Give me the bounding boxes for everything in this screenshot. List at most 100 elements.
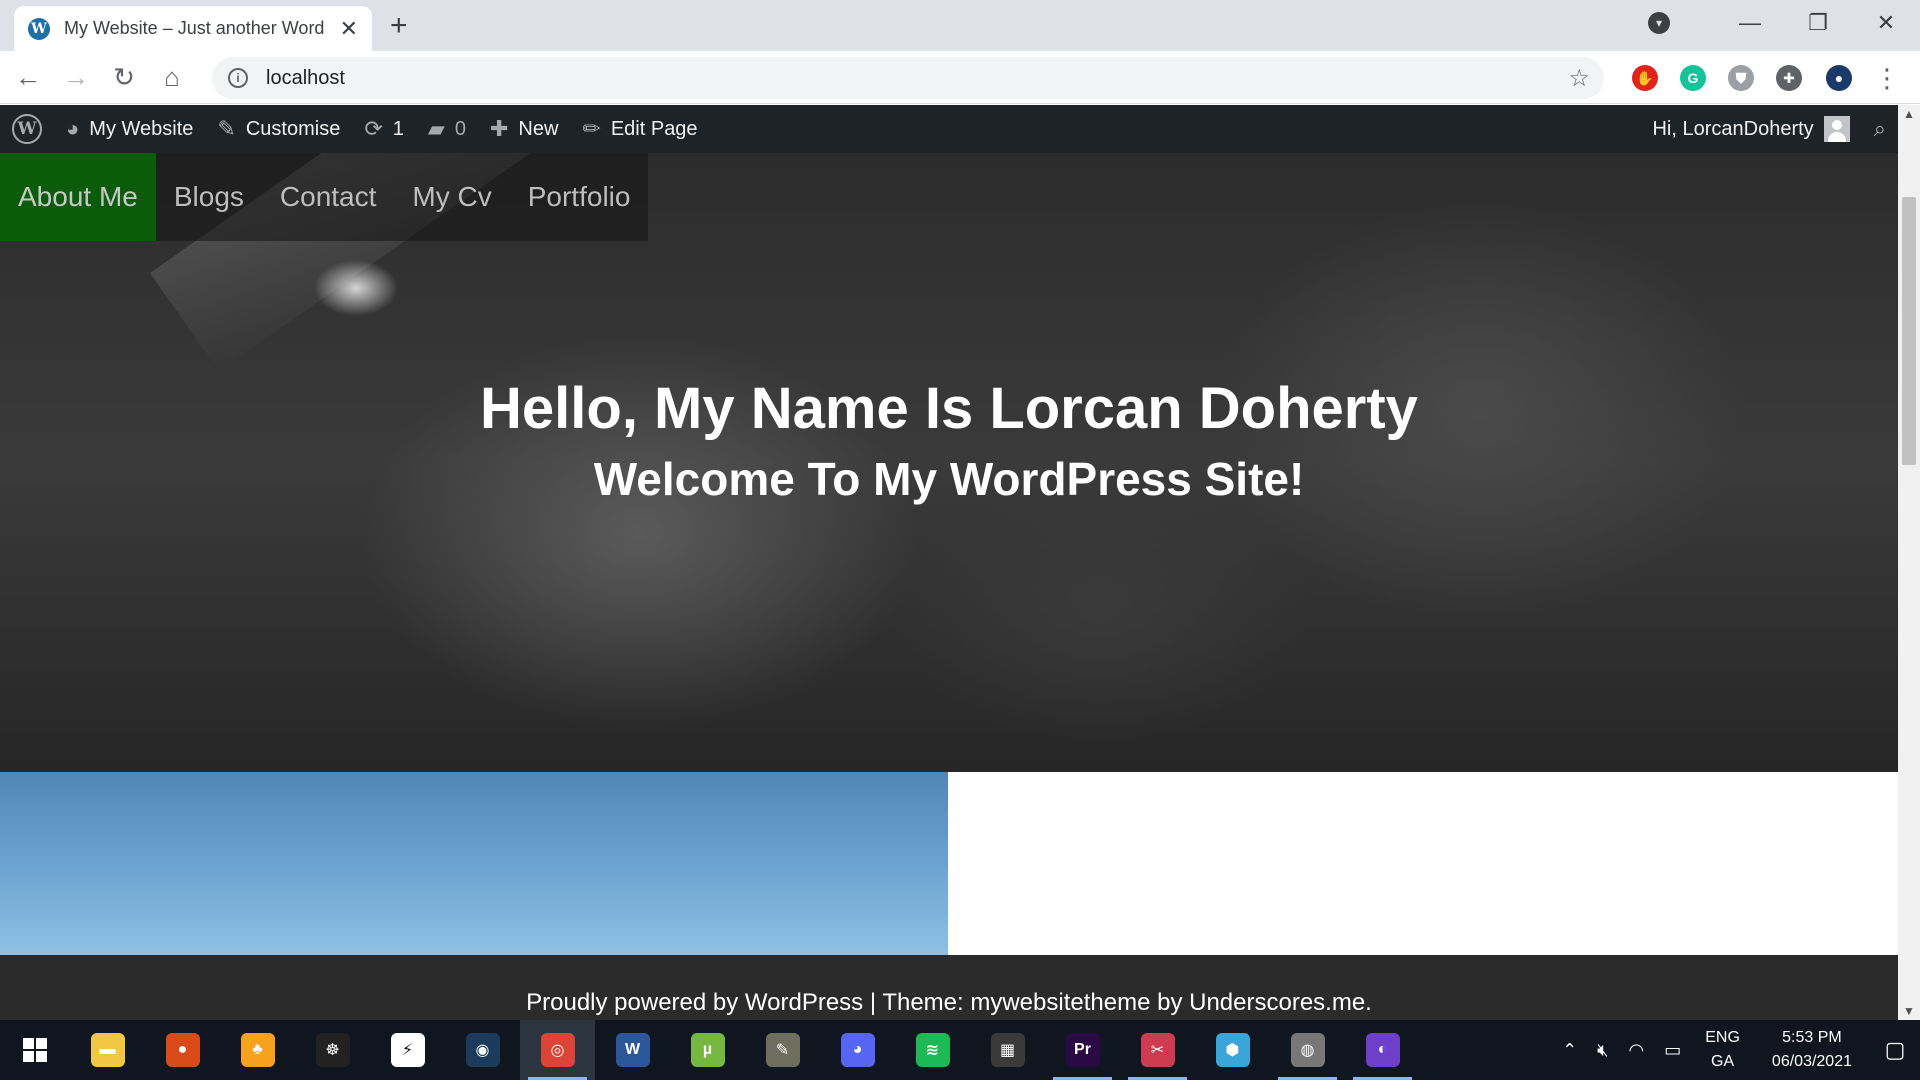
new-content-menu[interactable]: ✚ New — [478, 105, 570, 153]
customise-label: Customise — [245, 117, 341, 140]
url-text[interactable]: localhost — [266, 67, 345, 90]
windows-taskbar: ▬ ● ♣ ☸ ⚡ ◉ ◎ Wµ ✎ ◕ ≋ ▦ Pr ✂ ⬢ ◍ ◐ ⌃ 🔇︎ ◠ ▭ ENG GA 5:53… — [0, 1020, 1920, 1080]
wp-logo-menu[interactable]: W — [0, 105, 54, 153]
fl-studio-taskbar-button[interactable]: ♣ — [220, 1020, 295, 1080]
word-taskbar-button[interactable]: W — [595, 1020, 670, 1080]
hero-subtitle: Welcome To My WordPress Site! — [593, 453, 1305, 505]
hero-text: Hello, My Name Is Lorcan Doherty Welcome… — [0, 375, 1898, 506]
primary-navigation: About Me Blogs Contact My Cv Portfolio — [0, 153, 649, 241]
app-icon-17: ◍ — [1290, 1033, 1325, 1067]
fl-studio-icon: ♣ — [240, 1033, 275, 1067]
clock-date: 06/03/2021 — [1771, 1053, 1852, 1070]
nav-item-portfolio[interactable]: Portfolio — [510, 153, 649, 241]
spotify-taskbar-button[interactable]: ≋ — [895, 1020, 970, 1080]
back-icon[interactable]: ← — [8, 57, 48, 97]
profile-avatar-icon[interactable]: ● — [1826, 65, 1852, 91]
app-icon-2: ● — [165, 1033, 200, 1067]
nav-item-contact[interactable]: Contact — [262, 153, 395, 241]
show-hidden-icons-icon[interactable]: ⌃ — [1562, 1040, 1577, 1061]
site-name-menu[interactable]: ◕ My Website — [54, 105, 205, 153]
nav-item-about-me[interactable]: About Me — [0, 153, 156, 241]
account-menu[interactable]: Hi, LorcanDoherty — [1640, 105, 1861, 153]
updates-icon: ⟳ — [364, 116, 383, 141]
premiere-taskbar-button[interactable]: Pr — [1045, 1020, 1120, 1080]
puzzle-icon[interactable]: ✚ — [1776, 65, 1802, 91]
forward-icon[interactable]: → — [56, 57, 96, 97]
site-name-label: My Website — [89, 117, 194, 140]
nav-item-my-cv[interactable]: My Cv — [394, 153, 509, 241]
comments-count: 0 — [454, 117, 466, 140]
app-icon-5: ⚡ — [390, 1033, 425, 1067]
wordpress-logo-icon: W — [12, 114, 42, 144]
home-icon[interactable]: ⌂ — [152, 57, 192, 97]
close-window-button[interactable]: ✕ — [1852, 10, 1920, 36]
scrollbar-thumb[interactable] — [1902, 197, 1916, 465]
hero-title: Hello, My Name Is Lorcan Doherty — [480, 376, 1418, 441]
pencil-icon: ✏ — [582, 116, 601, 141]
discord-taskbar-button[interactable]: ◕ — [820, 1020, 895, 1080]
user-avatar — [1823, 116, 1850, 142]
word-icon: W — [615, 1033, 650, 1067]
paintbrush-icon: ✎ — [217, 116, 236, 141]
file-explorer-taskbar-button[interactable]: ▬ — [70, 1020, 145, 1080]
battery-icon[interactable]: ▭ — [1664, 1040, 1681, 1061]
notifications-icon[interactable]: ▢ — [1870, 1037, 1920, 1063]
reload-icon[interactable]: ↻ — [104, 57, 144, 97]
snipping-tool-icon: ✂ — [1140, 1033, 1175, 1067]
app-icon-17-taskbar-button[interactable]: ◍ — [1270, 1020, 1345, 1080]
language-indicator[interactable]: ENG GA — [1705, 1026, 1740, 1074]
search-icon: ⌕ — [1873, 116, 1886, 141]
wifi-icon[interactable]: ◠ — [1629, 1040, 1645, 1061]
adblock-icon[interactable]: ✋ — [1632, 65, 1658, 91]
tab-search-icon[interactable]: ▾ — [1648, 12, 1670, 34]
github-desktop-icon: ◐ — [1365, 1033, 1400, 1067]
app-icon-2-taskbar-button[interactable]: ● — [145, 1020, 220, 1080]
tab-title: My Website – Just another WordPress site — [64, 18, 326, 38]
content-panel — [948, 772, 1898, 955]
admin-bar-secondary: Hi, LorcanDoherty ⌕ — [1640, 105, 1898, 153]
new-tab-button[interactable]: + — [390, 9, 408, 43]
browser-menu-icon[interactable]: ⋮ — [1874, 63, 1900, 94]
minimize-button[interactable]: — — [1716, 10, 1784, 36]
close-tab-icon[interactable]: ✕ — [340, 16, 358, 42]
calculator-taskbar-button[interactable]: ▦ — [970, 1020, 1045, 1080]
volume-muted-icon[interactable]: 🔇︎ — [1597, 1040, 1608, 1061]
greeting-label: Hi, LorcanDoherty — [1652, 117, 1814, 140]
file-explorer-icon: ▬ — [90, 1033, 125, 1067]
pinned-apps: ▬ ● ♣ ☸ ⚡ ◉ ◎ Wµ ✎ ◕ ≋ ▦ Pr ✂ ⬢ ◍ ◐ — [70, 1020, 1420, 1080]
app-icon-4-taskbar-button[interactable]: ☸ — [295, 1020, 370, 1080]
start-button[interactable] — [0, 1038, 70, 1062]
steam-icon: ◉ — [465, 1033, 500, 1067]
gimp-taskbar-button[interactable]: ✎ — [745, 1020, 820, 1080]
bookmark-star-icon[interactable]: ☆ — [1568, 64, 1590, 93]
customise-link[interactable]: ✎ Customise — [205, 105, 352, 153]
chrome-taskbar-button[interactable]: ◎ — [520, 1020, 595, 1080]
windows-logo-icon — [23, 1038, 47, 1062]
updates-link[interactable]: ⟳ 1 — [352, 105, 416, 153]
page-scrollbar[interactable]: ▲ ▼ — [1898, 105, 1920, 1020]
app-icon-5-taskbar-button[interactable]: ⚡ — [370, 1020, 445, 1080]
nav-item-blogs[interactable]: Blogs — [156, 153, 262, 241]
github-desktop-taskbar-button[interactable]: ◐ — [1345, 1020, 1420, 1080]
comment-bubble-icon: ▰ — [427, 116, 445, 141]
site-info-icon[interactable]: i — [228, 68, 248, 88]
edit-page-link[interactable]: ✏ Edit Page — [570, 105, 709, 153]
calculator-icon: ▦ — [990, 1033, 1025, 1067]
app-icon-16-taskbar-button[interactable]: ⬢ — [1195, 1020, 1270, 1080]
scroll-up-arrow-icon[interactable]: ▲ — [1903, 107, 1915, 121]
address-bar[interactable]: i localhost ☆ — [212, 57, 1604, 99]
browser-tab[interactable]: W My Website – Just another WordPress si… — [14, 6, 372, 51]
language-code: ENG — [1705, 1029, 1740, 1046]
tab-strip: W My Website – Just another WordPress si… — [0, 0, 1920, 51]
comments-link[interactable]: ▰ 0 — [416, 105, 478, 153]
clock[interactable]: 5:53 PM 06/03/2021 — [1772, 1026, 1852, 1074]
snipping-tool-taskbar-button[interactable]: ✂ — [1120, 1020, 1195, 1080]
shield-extension-icon[interactable]: ⛊ — [1728, 65, 1754, 91]
sky-image — [0, 772, 948, 955]
steam-taskbar-button[interactable]: ◉ — [445, 1020, 520, 1080]
utorrent-taskbar-button[interactable]: µ — [670, 1020, 745, 1080]
admin-search[interactable]: ⌕ — [1862, 105, 1898, 153]
restore-button[interactable]: ❐ — [1784, 10, 1852, 36]
grammarly-icon[interactable]: G — [1680, 65, 1706, 91]
scroll-down-arrow-icon[interactable]: ▼ — [1903, 1004, 1915, 1018]
